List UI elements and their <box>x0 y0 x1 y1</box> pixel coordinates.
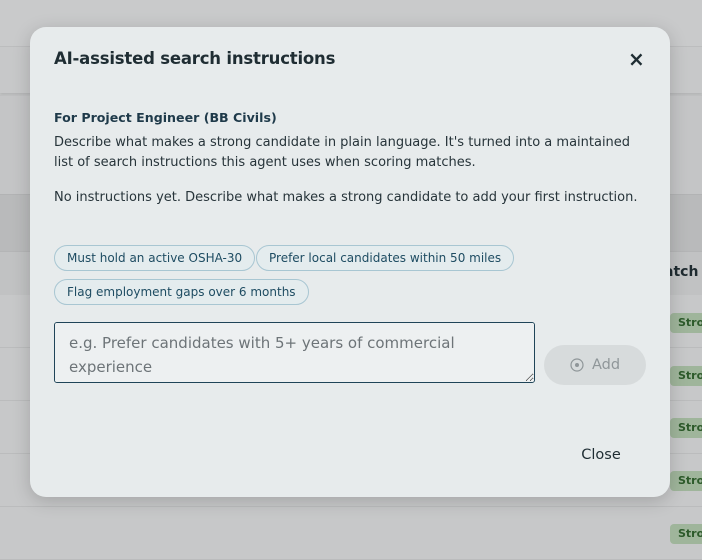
match-badge: Stron <box>670 471 702 491</box>
empty-state-message: No instructions yet. Describe what makes… <box>54 190 638 205</box>
match-badge: Stron <box>670 418 702 438</box>
dialog-title: AI-assisted search instructions <box>54 49 336 68</box>
dialog-description: Describe what makes a strong candidate i… <box>54 135 631 170</box>
table-row <box>0 507 702 560</box>
match-badge: Stron <box>670 366 702 386</box>
suggestion-chip-gaps[interactable]: Flag employment gaps over 6 months <box>54 279 309 305</box>
project-subtitle: For Project Engineer (BB Civils) <box>54 110 277 125</box>
suggestion-chip-local[interactable]: Prefer local candidates within 50 miles <box>256 245 515 271</box>
add-circle-icon <box>570 358 584 372</box>
close-button[interactable]: Close <box>576 443 626 467</box>
match-badge: Stron <box>670 313 702 333</box>
instruction-input[interactable] <box>54 322 535 383</box>
add-button-label: Add <box>591 357 621 373</box>
close-icon[interactable]: × <box>628 49 646 69</box>
add-instruction-button[interactable]: Add <box>544 345 646 385</box>
match-badge: Stron <box>670 524 702 544</box>
search-instructions-dialog: AI-assisted search instructions × For Pr… <box>30 27 670 497</box>
suggestion-chip-osha[interactable]: Must hold an active OSHA-30 <box>54 245 256 271</box>
